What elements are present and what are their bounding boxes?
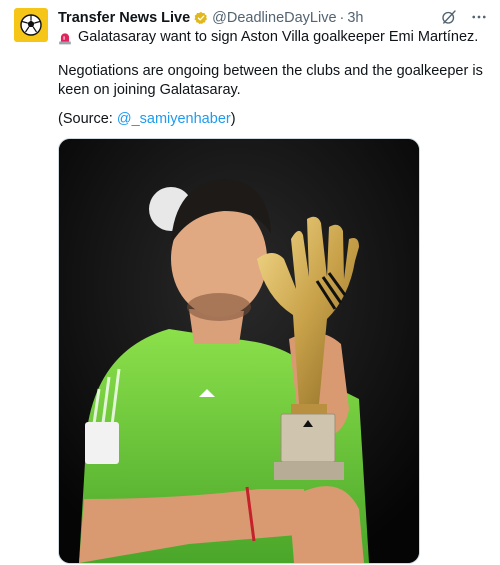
source-prefix: (Source: <box>58 111 117 127</box>
grok-icon[interactable] <box>440 8 458 26</box>
tweet-header: Transfer News Live @DeadlineDayLive · 3h <box>58 8 490 28</box>
tweet-headline: Galatasaray want to sign Aston Villa goa… <box>78 29 479 45</box>
soccer-ball-icon <box>20 14 42 36</box>
author-name[interactable]: Transfer News Live <box>58 10 190 26</box>
goalkeeper-photo <box>59 139 419 563</box>
tweet-text-line1: Galatasaray want to sign Aston Villa goa… <box>58 28 486 47</box>
source-suffix: ) <box>230 111 236 127</box>
source-link[interactable]: @_samiyenhaber <box>117 111 231 127</box>
avatar[interactable] <box>14 8 48 42</box>
rotating-light-icon <box>59 32 71 44</box>
tweet-source: (Source: @_samiyenhaber) <box>58 110 486 129</box>
tweet-body: Negotiations are ongoing between the clu… <box>58 63 483 98</box>
tweet-photo[interactable] <box>58 138 420 564</box>
timestamp[interactable]: 3h <box>347 10 363 26</box>
separator-dot: · <box>339 10 345 26</box>
tweet[interactable]: Transfer News Live @DeadlineDayLive · 3h <box>0 0 500 565</box>
header-actions <box>440 8 488 26</box>
verified-badge-icon <box>194 11 208 25</box>
author-handle[interactable]: @DeadlineDayLive <box>212 10 336 26</box>
more-icon[interactable] <box>470 8 488 26</box>
